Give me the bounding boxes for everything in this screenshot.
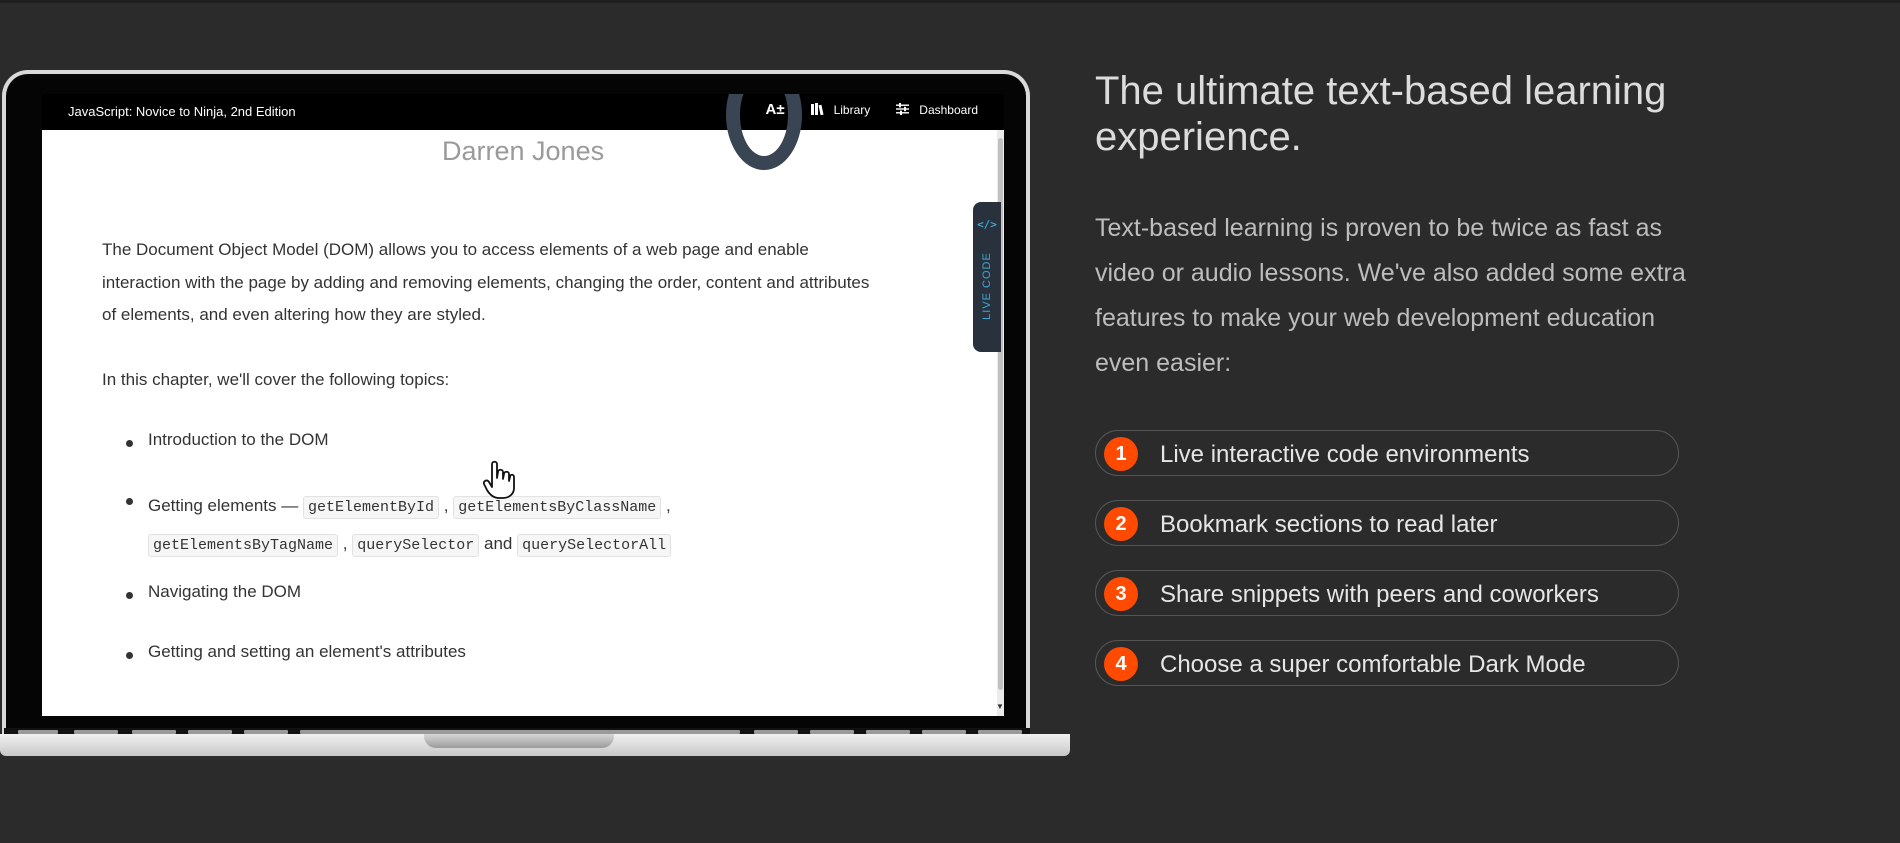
feature-item: 3 Share snippets with peers and coworker… — [1095, 570, 1679, 616]
feature-text: Bookmark sections to read later — [1160, 511, 1498, 538]
library-button[interactable]: Library — [810, 102, 871, 117]
feature-text: Share snippets with peers and coworkers — [1160, 581, 1599, 608]
code-snippet: getElementById — [302, 496, 440, 519]
laptop-notch — [424, 734, 614, 748]
section-heading: The ultimate text-based learning experie… — [1095, 69, 1667, 159]
topic-text: Introduction to the DOM — [148, 430, 329, 449]
code-snippet: querySelectorAll — [517, 534, 672, 557]
dashboard-button[interactable]: Dashboard — [896, 102, 978, 117]
chapter-number-graphic — [726, 94, 802, 170]
reader-app-bar: JavaScript: Novice to Ninja, 2nd Edition… — [42, 94, 1004, 130]
section-description: Text-based learning is proven to be twic… — [1095, 214, 1686, 377]
live-code-tab[interactable]: </> LIVE CODE — [973, 202, 1001, 352]
list-item: Getting elements — getElementById , getE… — [102, 488, 788, 564]
laptop-screen: JavaScript: Novice to Ninja, 2nd Edition… — [42, 94, 1004, 716]
book-title: JavaScript: Novice to Ninja, 2nd Edition — [68, 104, 296, 119]
scroll-down-arrow-icon[interactable]: ▼ — [996, 702, 1004, 711]
hand-cursor-icon — [482, 460, 515, 499]
feature-number-badge: 2 — [1104, 507, 1138, 541]
feature-text: Live interactive code environments — [1160, 441, 1530, 468]
author-name: Darren Jones — [442, 136, 605, 166]
code-snippet: querySelector — [352, 534, 480, 557]
sliders-icon — [896, 102, 910, 117]
topics-lead: In this chapter, we'll cover the followi… — [102, 370, 450, 389]
list-item: Introduction to the DOM — [102, 430, 328, 450]
code-snippet: getElementsByTagName — [148, 534, 339, 557]
library-icon — [810, 102, 824, 117]
feature-item: 1 Live interactive code environments — [1095, 430, 1679, 476]
laptop-lid: JavaScript: Novice to Ninja, 2nd Edition… — [2, 70, 1030, 738]
chapter-intro: The Document Object Model (DOM) allows y… — [102, 240, 870, 324]
topic-text: Getting elements — — [148, 496, 299, 515]
library-label: Library — [833, 102, 871, 117]
live-code-label: LIVE CODE — [981, 252, 993, 320]
topic-text: Navigating the DOM — [148, 582, 302, 601]
laptop-mockup: JavaScript: Novice to Ninja, 2nd Edition… — [0, 70, 1070, 760]
dashboard-label: Dashboard — [919, 102, 978, 117]
feature-item: 4 Choose a super comfortable Dark Mode — [1095, 640, 1679, 686]
feature-number-badge: 4 — [1104, 647, 1138, 681]
chapter-content: Darren Jones The Document Object Model (… — [42, 94, 997, 716]
topic-text: Getting and setting an element's attribu… — [148, 642, 466, 661]
list-item: Getting and setting an element's attribu… — [102, 642, 466, 662]
feature-item: 2 Bookmark sections to read later — [1095, 500, 1679, 546]
feature-number-badge: 1 — [1104, 437, 1138, 471]
code-icon: </> — [977, 218, 997, 231]
feature-text: Choose a super comfortable Dark Mode — [1160, 651, 1586, 678]
list-item: Navigating the DOM — [102, 582, 301, 602]
page-top-edge — [0, 0, 1900, 3]
feature-number-badge: 3 — [1104, 577, 1138, 611]
